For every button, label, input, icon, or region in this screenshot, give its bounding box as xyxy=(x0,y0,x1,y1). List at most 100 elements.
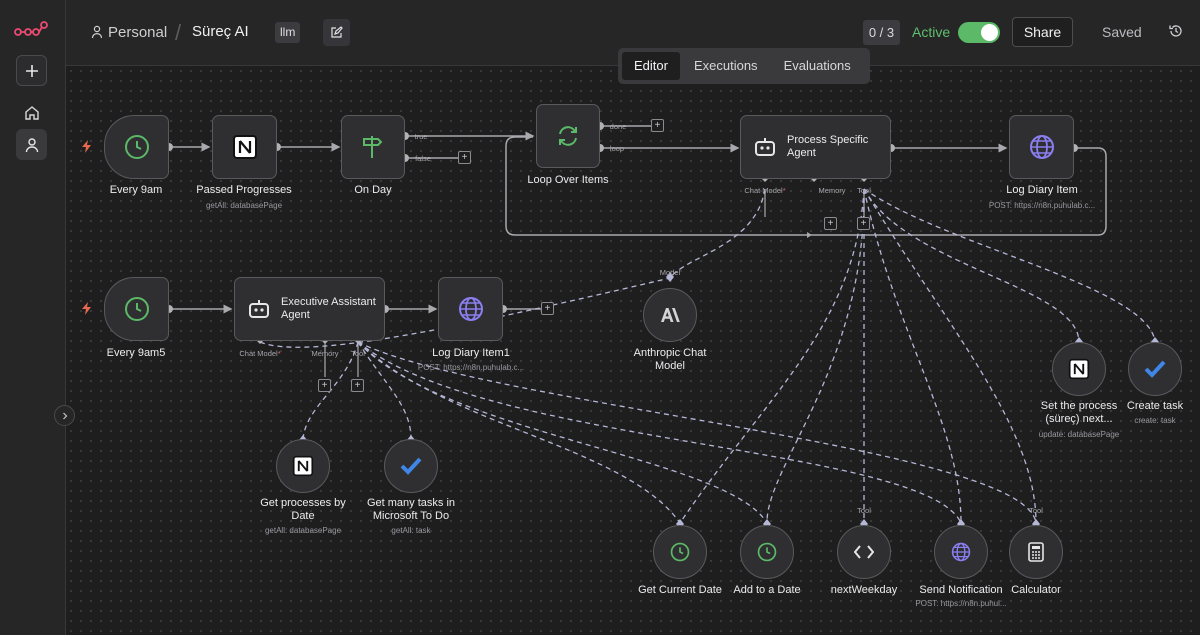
node-get-many-tasks[interactable] xyxy=(384,439,438,493)
notion-icon xyxy=(1068,358,1090,380)
node-every-9am5[interactable] xyxy=(104,277,169,341)
port-memory-label: Memory xyxy=(311,349,339,358)
history-icon[interactable] xyxy=(1168,23,1184,39)
node-label: Log Diary Item xyxy=(1006,184,1078,196)
plus-icon xyxy=(25,64,38,77)
share-button[interactable]: Share xyxy=(1012,17,1073,47)
node-label: Every 9am xyxy=(109,184,163,196)
breadcrumb-separator: / xyxy=(175,20,182,45)
node-next-weekday[interactable] xyxy=(837,525,891,579)
node-on-day[interactable] xyxy=(341,115,405,179)
port-chat-model-label: Chat Model xyxy=(239,349,280,358)
view-tabs: Editor Executions Evaluations xyxy=(618,48,870,84)
node-label: Every 9am5 xyxy=(106,347,166,359)
node-label: Set the process (süreç) next... xyxy=(1040,400,1118,425)
active-toggle[interactable] xyxy=(958,22,1000,43)
add-tool-button[interactable]: + xyxy=(857,217,870,230)
breadcrumb-project[interactable]: Personal xyxy=(108,24,167,41)
node-label: Get many tasks in Microsoft To Do xyxy=(366,497,456,522)
globe-icon xyxy=(951,542,971,562)
notion-icon xyxy=(292,455,314,477)
home-button[interactable] xyxy=(16,97,47,128)
node-create-task[interactable] xyxy=(1128,342,1182,396)
node-every-9am[interactable] xyxy=(104,115,169,179)
node-label: Executive Assistant Agent xyxy=(281,296,376,321)
node-label: Get Current Date xyxy=(638,584,722,596)
node-label: Send Notification xyxy=(919,584,1003,596)
robot-icon xyxy=(755,138,775,156)
toggle-knob xyxy=(981,24,998,41)
node-add-to-date[interactable] xyxy=(740,525,794,579)
ai-connection xyxy=(766,188,865,524)
node-subtitle: getAll: databasePage xyxy=(205,201,283,210)
ai-connection xyxy=(357,341,412,440)
node-send-notification[interactable] xyxy=(934,525,988,579)
node-label: Calculator xyxy=(1011,584,1061,596)
add-button[interactable] xyxy=(16,55,47,86)
node-anthropic-chat-model[interactable] xyxy=(643,288,697,342)
node-calculator[interactable] xyxy=(1009,525,1063,579)
add-node-button[interactable]: + xyxy=(651,119,664,132)
execution-counter: 0 / 3 xyxy=(863,20,900,45)
home-icon xyxy=(24,105,39,120)
trigger-bolt-icon xyxy=(82,140,91,153)
add-memory-button[interactable]: + xyxy=(824,217,837,230)
clock-icon xyxy=(757,542,777,562)
ai-connection xyxy=(669,188,766,279)
checkmark-icon xyxy=(400,457,422,475)
tab-executions[interactable]: Executions xyxy=(682,52,770,80)
user-icon xyxy=(25,137,38,152)
clock-icon xyxy=(124,297,149,321)
node-set-process[interactable] xyxy=(1052,342,1106,396)
node-label: Process Specific Agent xyxy=(787,134,869,159)
add-memory-button[interactable]: + xyxy=(318,379,331,392)
tab-editor[interactable]: Editor xyxy=(622,52,680,80)
n8n-logo-icon[interactable] xyxy=(14,18,48,40)
node-get-current-date[interactable] xyxy=(653,525,707,579)
ai-connection xyxy=(863,188,962,524)
code-icon xyxy=(854,545,874,559)
node-label: Create task xyxy=(1126,400,1184,412)
sidebar-collapse-button[interactable] xyxy=(54,405,75,426)
node-loop-over-items[interactable] xyxy=(536,104,600,168)
tab-evaluations[interactable]: Evaluations xyxy=(772,52,863,80)
output-loop-label: loop xyxy=(609,144,625,153)
node-label: Passed Progresses xyxy=(196,184,292,196)
chevron-right-icon xyxy=(62,412,67,419)
node-log-diary-item[interactable] xyxy=(1009,115,1074,179)
node-label: Log Diary Item1 xyxy=(432,347,510,359)
output-false-label: false xyxy=(415,154,431,163)
edit-description-button[interactable] xyxy=(323,19,350,46)
node-get-processes[interactable] xyxy=(276,439,330,493)
port-chat-model-label: Chat Model xyxy=(744,186,785,195)
calculator-icon xyxy=(1028,542,1044,562)
robot-icon xyxy=(249,300,269,318)
workflow-canvas[interactable]: Every 9am Passed Progresses getAll: data… xyxy=(66,66,1200,635)
node-label: Loop Over Items xyxy=(527,174,609,186)
add-tool-button[interactable]: + xyxy=(351,379,364,392)
workflow-title[interactable]: Süreç AI xyxy=(192,23,249,40)
edit-icon xyxy=(331,26,343,38)
refresh-icon xyxy=(559,126,577,146)
add-node-button[interactable]: + xyxy=(541,302,554,315)
node-subtitle: getAll: databasePage xyxy=(264,526,342,535)
notion-icon xyxy=(232,135,257,159)
node-log-diary-item1[interactable] xyxy=(438,277,503,341)
port-memory-label: Memory xyxy=(818,186,846,195)
anthropic-icon xyxy=(661,308,680,322)
node-label: Get processes by Date xyxy=(260,497,346,522)
node-label: Anthropic Chat Model xyxy=(633,347,707,372)
output-done-label: done xyxy=(609,122,627,131)
node-passed-progresses[interactable] xyxy=(212,115,277,179)
node-process-specific-agent[interactable]: Process Specific Agent xyxy=(740,115,891,179)
workflow-tag[interactable]: llm xyxy=(275,22,301,43)
globe-icon xyxy=(458,297,483,321)
add-node-button[interactable]: + xyxy=(458,151,471,164)
personal-button[interactable] xyxy=(16,129,47,160)
node-subtitle: POST: https://n8n.puhulab.c... xyxy=(988,201,1096,210)
port-tool-label: Tool xyxy=(1029,506,1043,515)
saved-status: Saved xyxy=(1102,24,1142,40)
ai-connection xyxy=(863,188,1156,342)
node-executive-assistant-agent[interactable]: Executive Assistant Agent xyxy=(234,277,385,341)
node-subtitle: POST: https://n8n.puhulab.c... xyxy=(417,363,525,372)
